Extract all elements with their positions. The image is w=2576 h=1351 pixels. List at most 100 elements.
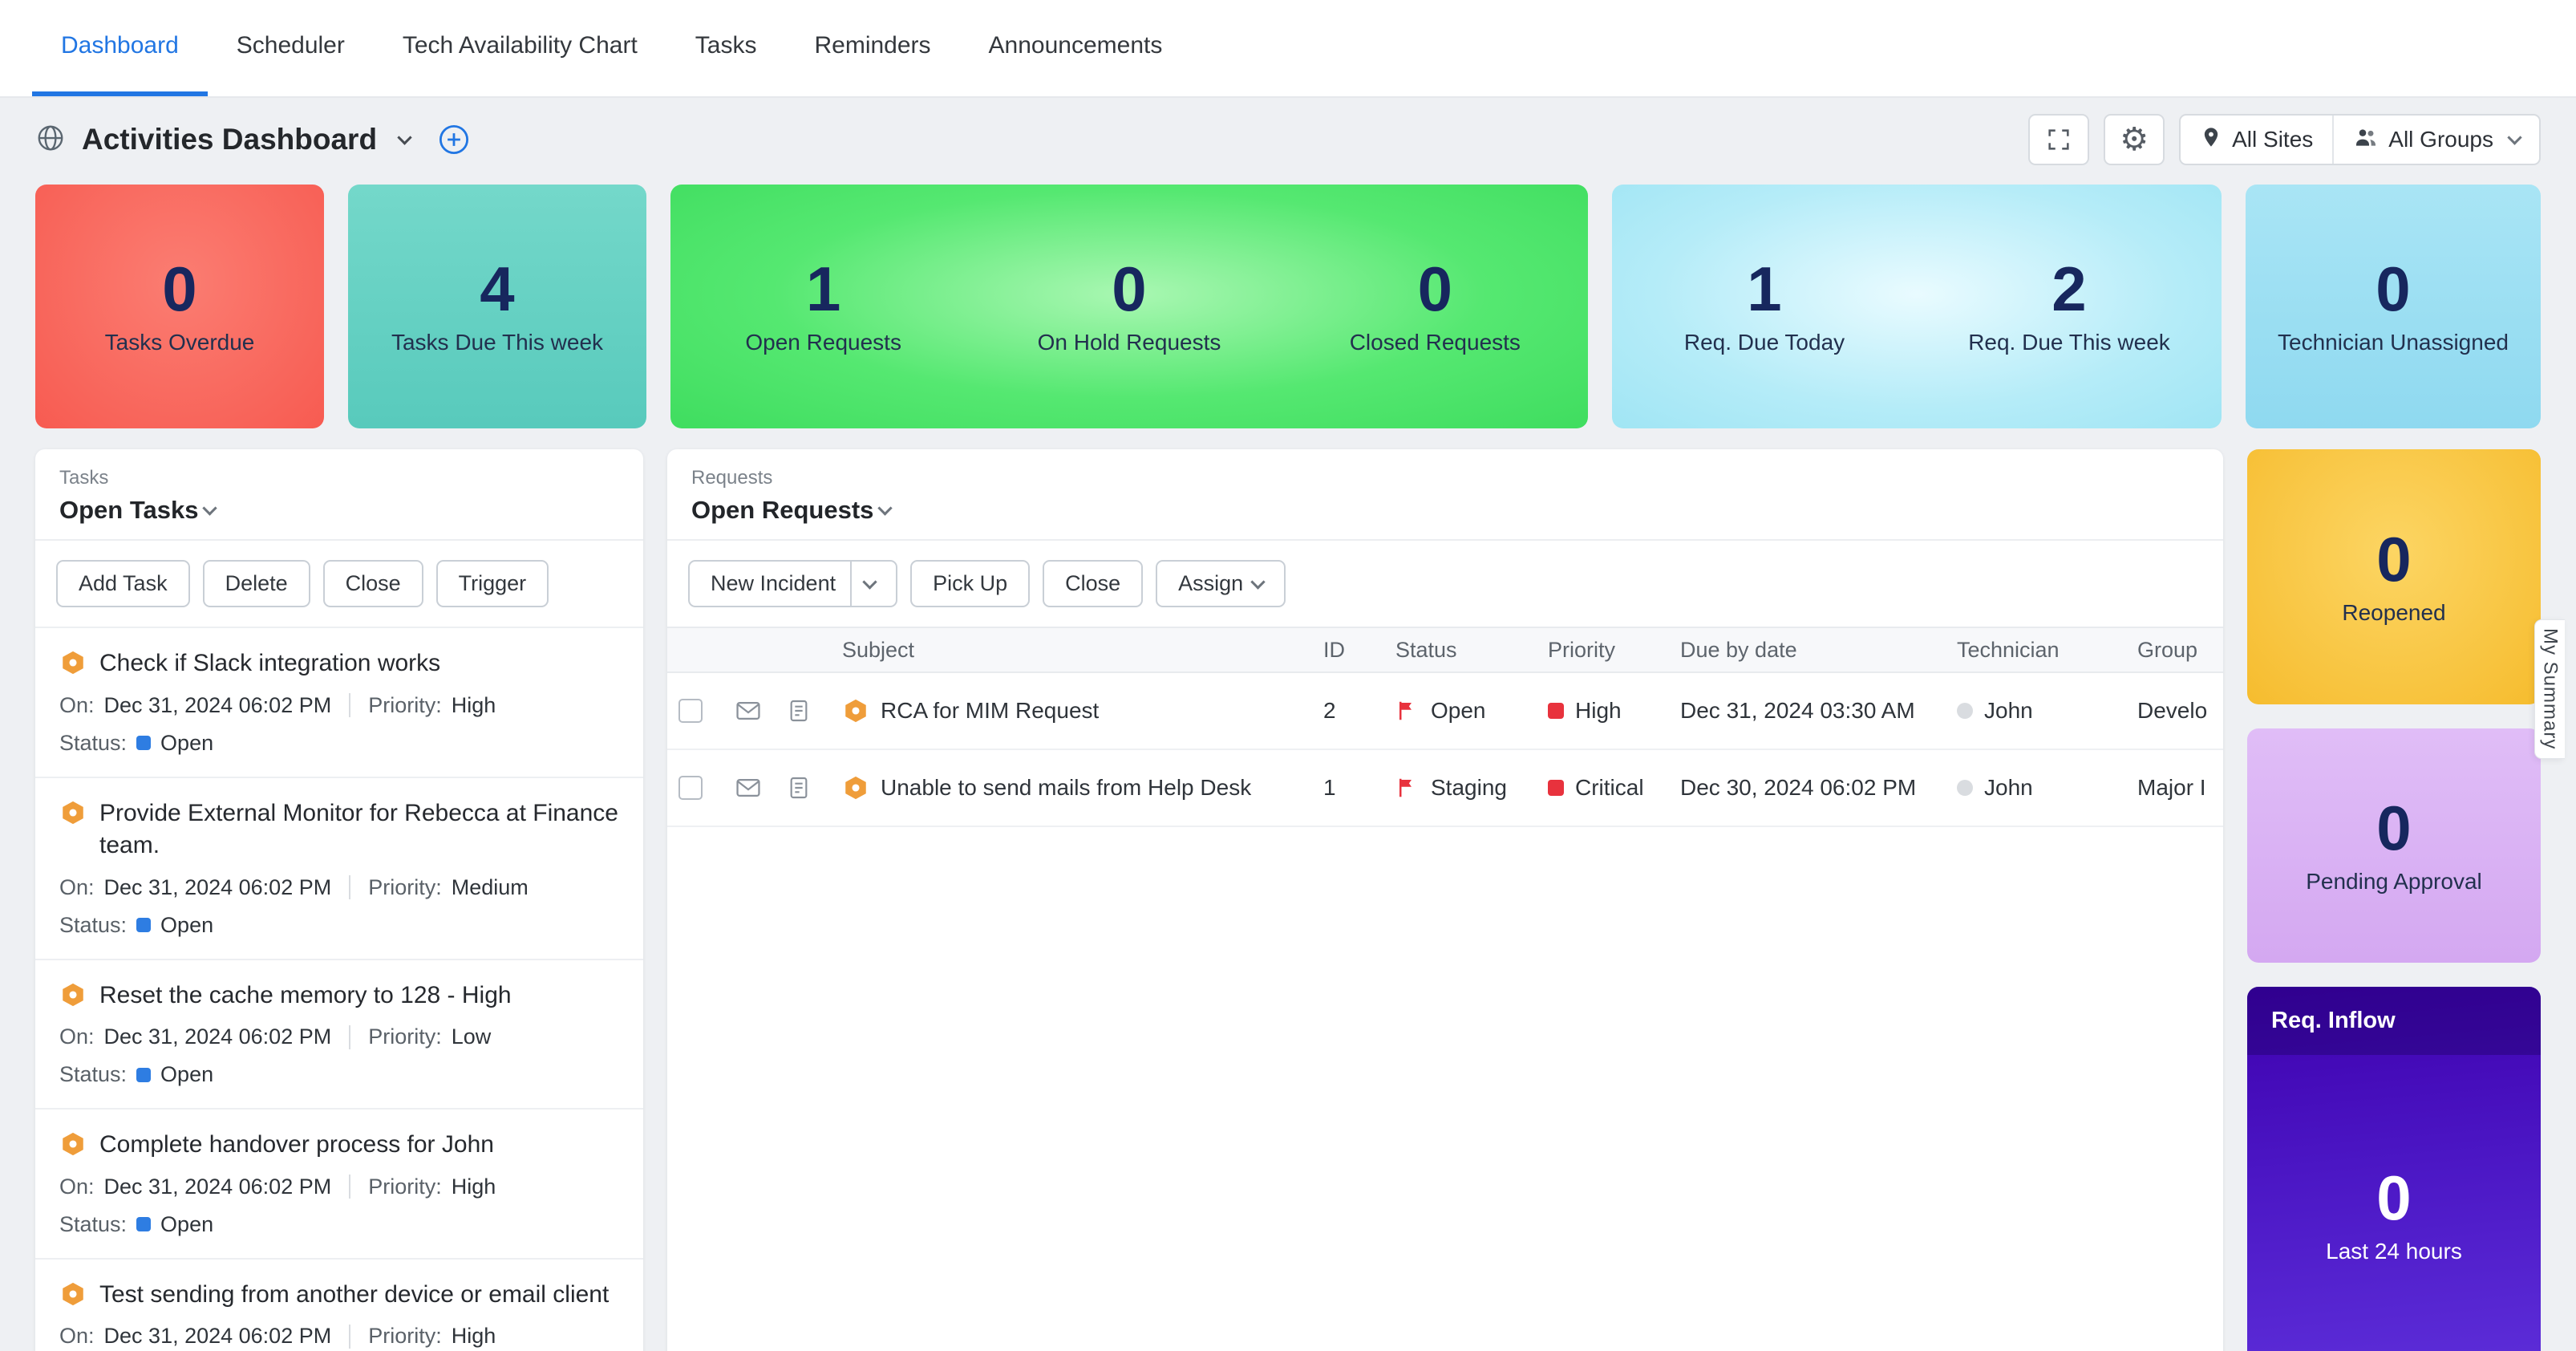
notes-action[interactable] — [786, 698, 842, 724]
new-incident-button[interactable]: New Incident — [688, 560, 897, 607]
pick-up-button[interactable]: Pick Up — [910, 560, 1030, 607]
stat-req-due-week[interactable]: 2 Req. Due This week — [1917, 258, 2222, 355]
stat-card-reopened[interactable]: 0 Reopened — [2247, 449, 2541, 704]
stat-closed-requests[interactable]: 0 Closed Requests — [1282, 258, 1588, 355]
task-priority: High — [452, 1175, 496, 1199]
column-header-priority[interactable]: Priority — [1548, 638, 1680, 663]
settings-button[interactable]: ⚙ — [2104, 114, 2165, 165]
close-task-button[interactable]: Close — [323, 560, 423, 607]
stat-value: 0 — [2376, 1166, 2411, 1229]
requests-panel-header: Requests Open Requests — [667, 449, 2223, 541]
tab-dashboard[interactable]: Dashboard — [32, 0, 208, 96]
page-title: Activities Dashboard — [82, 123, 377, 156]
task-icon — [59, 799, 87, 826]
table-row[interactable]: Unable to send mails from Help Desk 1 St… — [667, 750, 2223, 827]
tasks-panel: Tasks Open Tasks Add Task Delete Close T… — [35, 449, 643, 1351]
request-id: 2 — [1323, 698, 1395, 724]
button-label: Trigger — [459, 571, 527, 596]
tab-scheduler[interactable]: Scheduler — [208, 0, 374, 96]
stat-card-req-inflow[interactable]: Req. Inflow 0 Last 24 hours — [2247, 987, 2541, 1351]
request-priority: Critical — [1548, 775, 1680, 801]
button-label: Add Task — [79, 571, 168, 596]
open-requests-selector[interactable]: Open Requests — [691, 496, 2199, 525]
stat-card-requests-summary[interactable]: 1 Open Requests 0 On Hold Requests 0 Clo… — [670, 185, 1588, 428]
flag-icon — [1395, 699, 1420, 723]
trigger-task-button[interactable]: Trigger — [436, 560, 549, 607]
stat-card-tasks-due-week[interactable]: 4 Tasks Due This week — [348, 185, 646, 428]
assign-button[interactable]: Assign — [1156, 560, 1286, 607]
status-label: Status: — [59, 1062, 127, 1087]
request-technician: John — [1957, 698, 2137, 724]
tab-announcements[interactable]: Announcements — [960, 0, 1192, 96]
request-due-date: Dec 31, 2024 03:30 AM — [1680, 698, 1957, 724]
top-nav: Dashboard Scheduler Tech Availability Ch… — [0, 0, 2576, 98]
button-label: Assign — [1178, 571, 1243, 596]
column-header-subject[interactable]: Subject — [842, 638, 1323, 663]
task-item[interactable]: Reset the cache memory to 128 - High On:… — [35, 959, 643, 1109]
button-divider — [850, 562, 852, 606]
mail-action[interactable] — [735, 697, 786, 724]
task-item[interactable]: Provide External Monitor for Rebecca at … — [35, 777, 643, 959]
my-summary-tab[interactable]: My Summary — [2534, 619, 2565, 759]
incident-icon — [842, 697, 869, 724]
panel-eyebrow: Tasks — [59, 467, 619, 489]
chevron-down-icon — [1251, 574, 1266, 589]
column-header-id[interactable]: ID — [1323, 638, 1395, 663]
task-list: Check if Slack integration works On: Dec… — [35, 627, 643, 1351]
stat-open-requests[interactable]: 1 Open Requests — [670, 258, 976, 355]
column-header-group[interactable]: Group — [2137, 638, 2223, 663]
row-checkbox[interactable] — [678, 776, 703, 800]
flag-icon — [1395, 776, 1420, 800]
stat-label: On Hold Requests — [1038, 330, 1221, 355]
priority-label: Priority: — [368, 693, 442, 718]
main-area: Tasks Open Tasks Add Task Delete Close T… — [0, 428, 2576, 1351]
delete-task-button[interactable]: Delete — [203, 560, 310, 607]
tab-tech-availability-chart[interactable]: Tech Availability Chart — [374, 0, 666, 96]
tab-reminders[interactable]: Reminders — [785, 0, 959, 96]
close-request-button[interactable]: Close — [1043, 560, 1143, 607]
stat-card-technician-unassigned[interactable]: 0 Technician Unassigned — [2246, 185, 2541, 428]
open-tasks-selector[interactable]: Open Tasks — [59, 496, 619, 525]
task-item[interactable]: Complete handover process for John On: D… — [35, 1108, 643, 1258]
fullscreen-button[interactable] — [2028, 114, 2089, 165]
all-sites-filter[interactable]: All Sites — [2181, 116, 2332, 164]
task-date: Dec 31, 2024 06:02 PM — [104, 1024, 332, 1049]
technician-name: John — [1984, 775, 2033, 801]
tab-label: Tech Availability Chart — [403, 32, 638, 59]
separator — [349, 1025, 350, 1049]
requests-table: Subject ID Status Priority Due by date T… — [667, 627, 2223, 1351]
table-row[interactable]: RCA for MIM Request 2 Open High Dec 31, … — [667, 673, 2223, 750]
stat-card-pending-approval[interactable]: 0 Pending Approval — [2247, 728, 2541, 963]
stat-req-due-today[interactable]: 1 Req. Due Today — [1612, 258, 1917, 355]
add-dashboard-button[interactable] — [437, 123, 471, 156]
row-checkbox[interactable] — [678, 699, 703, 723]
stat-label: Tasks Due This week — [391, 330, 603, 355]
column-header-due[interactable]: Due by date — [1680, 638, 1957, 663]
priority-label: Priority: — [368, 875, 442, 900]
mail-action[interactable] — [735, 774, 786, 801]
notes-action[interactable] — [786, 775, 842, 801]
request-status: Staging — [1395, 775, 1548, 801]
column-header-technician[interactable]: Technician — [1957, 638, 2137, 663]
task-item[interactable]: Test sending from another device or emai… — [35, 1258, 643, 1351]
add-task-button[interactable]: Add Task — [56, 560, 190, 607]
stat-onhold-requests[interactable]: 0 On Hold Requests — [976, 258, 1282, 355]
stat-card-tasks-overdue[interactable]: 0 Tasks Overdue — [35, 185, 324, 428]
dashboard-header: Activities Dashboard ⚙ All Sites — [0, 98, 2576, 181]
subject-text: Unable to send mails from Help Desk — [881, 775, 1251, 801]
stat-label: Closed Requests — [1350, 330, 1521, 355]
request-technician: John — [1957, 775, 2137, 801]
on-label: On: — [59, 875, 95, 900]
dashboard-selector[interactable]: Activities Dashboard — [35, 123, 471, 157]
request-subject[interactable]: Unable to send mails from Help Desk — [842, 774, 1323, 801]
task-priority: High — [452, 693, 496, 718]
request-subject[interactable]: RCA for MIM Request — [842, 697, 1323, 724]
all-groups-filter[interactable]: All Groups — [2332, 116, 2539, 164]
stat-label: Last 24 hours — [2326, 1239, 2462, 1264]
stat-card-req-due[interactable]: 1 Req. Due Today 2 Req. Due This week — [1612, 185, 2222, 428]
task-item[interactable]: Check if Slack integration works On: Dec… — [35, 627, 643, 777]
column-header-status[interactable]: Status — [1395, 638, 1548, 663]
right-column: 0 Reopened 0 Pending Approval Req. Inflo… — [2247, 449, 2541, 1351]
request-status: Open — [1395, 698, 1548, 724]
tab-tasks[interactable]: Tasks — [666, 0, 786, 96]
